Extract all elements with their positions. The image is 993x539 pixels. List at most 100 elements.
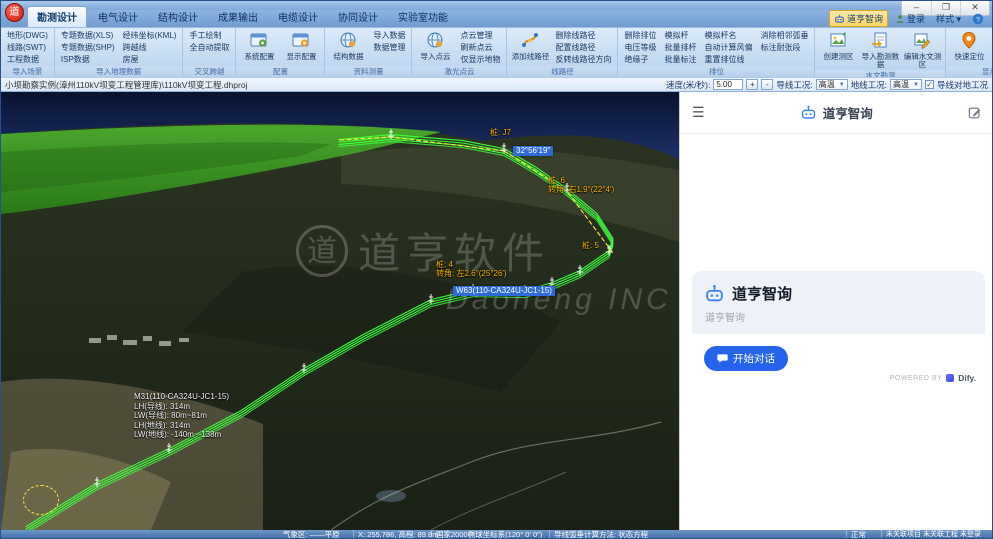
ribbon-button-房屋[interactable]: 房屋 — [120, 54, 180, 66]
stake-label-line: 桩: J7 — [490, 128, 511, 137]
robot-icon — [834, 13, 845, 24]
ribbon-button-创建测区[interactable]: 创建测区 — [818, 30, 858, 61]
start-chat-button[interactable]: 开始对话 — [704, 346, 788, 371]
speed-input[interactable]: 5.00 — [713, 79, 743, 90]
chat-panel: ☰ 道亨智询 道亨智询 道亨智询 开始对话 POWERE — [679, 92, 993, 530]
ribbon-group-配置: 系统配置显示配置配置 — [236, 28, 325, 77]
dify-brand: Dify. — [958, 373, 976, 383]
ground-condition-select[interactable]: 高温 ▼ — [890, 79, 922, 90]
ribbon-button-电压等级[interactable]: 电压等级 — [621, 42, 659, 54]
ribbon-button-label: 创建测区 — [823, 53, 853, 62]
ribbon-button-label: 快速定位 — [954, 53, 984, 62]
stake-label-line: 桩: 5 — [582, 241, 599, 250]
speed-label: 速度(米/秒): — [666, 79, 710, 91]
quick-help-icon[interactable]: ? — [968, 12, 988, 26]
conductor-condition-select[interactable]: 高温 ▼ — [816, 79, 848, 90]
window-display-icon — [292, 31, 310, 53]
stake-label-line: 桩: 4 — [436, 260, 507, 269]
ribbon-button-线路(SWT)[interactable]: 线路(SWT) — [4, 42, 51, 54]
ribbon-button-删除排位[interactable]: 删除排位 — [621, 30, 659, 42]
quick-登录[interactable]: 登录 — [891, 11, 929, 26]
ribbon-button-绘图相关[interactable]: 绘图相关 — [991, 30, 992, 42]
stake-label-line: 桩: 6 — [548, 176, 614, 185]
ribbon-button-导入勘测数据[interactable]: 导入勘测数据 — [860, 30, 900, 70]
stake-label-line: 转角: 右1.9°(22°4′) — [548, 185, 614, 194]
menu-icon[interactable]: ☰ — [692, 104, 705, 121]
ribbon-button-经纬坐标(KML)[interactable]: 经纬坐标(KML) — [120, 30, 180, 42]
stake-label: 桩: 6转角: 右1.9°(22°4′) — [548, 176, 614, 194]
tab-实验室功能[interactable]: 实验室功能 — [389, 7, 457, 27]
ribbon-button-专题数据(XLS)[interactable]: 专题数据(XLS) — [58, 30, 118, 42]
ribbon-button-专题数据(SHP)[interactable]: 专题数据(SHP) — [58, 42, 118, 54]
conductor-condition-label: 导线工况: — [776, 79, 812, 91]
powered-by-label: POWERED BY — [890, 375, 942, 382]
ribbon-button-刷新点云[interactable]: 刷新点云 — [457, 42, 503, 54]
tab-成果输出[interactable]: 成果输出 — [209, 7, 267, 27]
status-segment: 气象区: ——平原 — [279, 530, 344, 539]
speed-decrease-button[interactable]: - — [761, 79, 773, 90]
ribbon-button-全自动提取[interactable]: 全自动提取 — [186, 42, 232, 54]
tab-协同设计[interactable]: 协同设计 — [329, 7, 387, 27]
ribbon-button-模拟杆名[interactable]: 模拟杆名 — [701, 30, 755, 42]
ribbon-button-导入点云[interactable]: 导入点云 — [415, 30, 455, 61]
ribbon-group-label: 导入地理数据 — [55, 66, 183, 77]
ribbon-button-批量排杆[interactable]: 批量排杆 — [661, 42, 699, 54]
ribbon-button-数据管理[interactable]: 数据管理 — [370, 42, 408, 54]
ground-condition-value: 高温 — [893, 80, 909, 90]
stake-label: 桩: J7 — [490, 128, 511, 137]
ribbon-group-label: 交叉跨越 — [183, 66, 235, 77]
ribbon-group-label: 资料测量 — [325, 66, 411, 77]
ribbon-button-绝缘子[interactable]: 绝缘子 — [621, 54, 659, 66]
selected-label[interactable]: 32°56′19″ — [513, 146, 553, 156]
ribbon-button-其他 ▾[interactable]: 其他 ▾ — [991, 42, 992, 54]
assistant-card-body: 开始对话 — [692, 334, 985, 399]
ribbon-button-地形(DWG)[interactable]: 地形(DWG) — [4, 30, 51, 42]
path-icon — [521, 31, 539, 53]
ribbon-button-模拟杆[interactable]: 模拟杆 — [661, 30, 699, 42]
ribbon-group-content: 系统配置显示配置 — [236, 28, 324, 66]
ribbon-button-显示配置[interactable]: 显示配置 — [281, 30, 321, 61]
ribbon-button-编辑水文测区[interactable]: 编辑水文测区 — [902, 30, 942, 70]
ribbon-button-结构数据[interactable]: 结构数据 — [328, 30, 368, 61]
tab-勘测设计[interactable]: 勘测设计 — [27, 6, 87, 27]
status-segment: 国家2000椭球坐标系(120° 0′ 0″) — [431, 530, 546, 539]
ribbon-group-label: 排位 — [618, 66, 814, 77]
tab-电气设计[interactable]: 电气设计 — [89, 7, 147, 27]
assistant-card-title: 道亨智询 — [704, 283, 973, 304]
terrain-scene — [1, 92, 679, 530]
selected-label[interactable]: W63(110-CA324U-JC1-15) — [453, 286, 555, 296]
ribbon-button-点云管理[interactable]: 点云管理 — [457, 30, 503, 42]
ribbon-button-手工绘制[interactable]: 手工绘制 — [186, 30, 232, 42]
app-logo-icon[interactable]: 道 — [5, 3, 24, 22]
clearance-checkbox[interactable]: ✓ — [925, 80, 934, 89]
ribbon-button-自动计算风偏[interactable]: 自动计算风偏 — [701, 42, 755, 54]
ribbon-button-删除线路径[interactable]: 删除线路径 — [552, 30, 614, 42]
ribbon-button-消除相邻弧垂[interactable]: 消除相邻弧垂 — [757, 30, 811, 42]
ribbon: 地形(DWG)线路(SWT)工程数据导入场景专题数据(XLS)专题数据(SHP)… — [1, 27, 992, 77]
tab-电缆设计[interactable]: 电缆设计 — [269, 7, 327, 27]
quick-道亨智询[interactable]: 道亨智询 — [829, 10, 888, 27]
speed-increase-button[interactable]: + — [746, 79, 758, 90]
ribbon-button-添加线路径[interactable]: 添加线路径 — [510, 30, 550, 61]
map-viewport-3d[interactable]: 道道亨软件 Daoheng INC 桩: J7桩: 6转角: 右1.9°(22°… — [1, 92, 679, 530]
new-chat-icon[interactable] — [968, 106, 982, 120]
ribbon-button-系统配置[interactable]: 系统配置 — [239, 30, 279, 61]
ribbon-column: 绘图相关其他 ▾ — [991, 30, 992, 54]
chat-panel-title-text: 道亨智询 — [823, 103, 873, 122]
ribbon-column: 模拟杆名自动计算风偏重置排位线 — [701, 30, 755, 66]
ribbon-button-重置排位线[interactable]: 重置排位线 — [701, 54, 755, 66]
assistant-card-subtitle: 道亨智询 — [705, 309, 973, 324]
ribbon-button-导入数据[interactable]: 导入数据 — [370, 30, 408, 42]
ribbon-button-配置线路径[interactable]: 配置线路径 — [552, 42, 614, 54]
ribbon-button-反转线路径方向[interactable]: 反转线路径方向 — [552, 54, 614, 66]
ribbon-button-批量标注[interactable]: 批量标注 — [661, 54, 699, 66]
ribbon-button-ISP数据[interactable]: ISP数据 — [58, 54, 118, 66]
ribbon-button-跨越线[interactable]: 跨越线 — [120, 42, 180, 54]
ribbon-button-快速定位[interactable]: 快速定位 — [949, 30, 989, 61]
ribbon-button-标注耐张段[interactable]: 标注耐张段 — [757, 42, 811, 54]
ribbon-button-仅显示地物[interactable]: 仅显示地物 — [457, 54, 503, 66]
quick-样式 ▾[interactable]: 样式 ▾ — [932, 11, 965, 26]
ribbon-group-水文勘测: 创建测区导入勘测数据编辑水文测区水文勘测 — [815, 28, 946, 77]
ribbon-button-工程数据[interactable]: 工程数据 — [4, 54, 51, 66]
tab-结构设计[interactable]: 结构设计 — [149, 7, 207, 27]
